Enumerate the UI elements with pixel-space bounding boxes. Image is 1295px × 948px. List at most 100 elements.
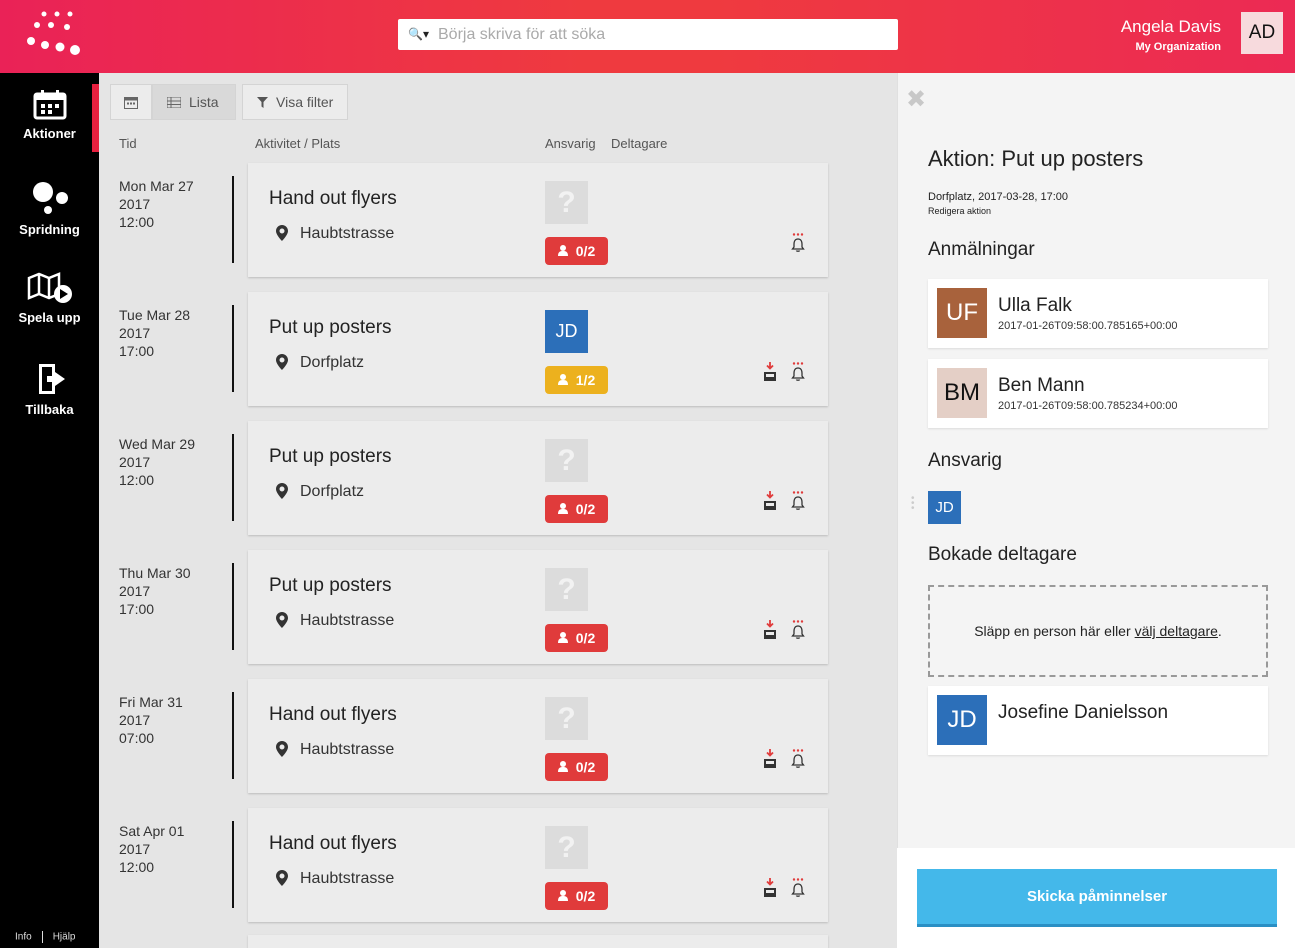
action-year: 2017 [119,454,151,470]
timeline-line [232,305,234,392]
close-icon[interactable]: ✖ [906,85,926,114]
signup-card[interactable]: BM Ben Mann 2017-01-26T09:58:00.785234+0… [928,359,1268,428]
help-link[interactable]: Hjälp [53,932,76,943]
edit-action-link[interactable]: Redigera aktion [928,206,991,216]
bell-icon[interactable] [791,362,805,387]
action-card[interactable]: Put up posters Dorfplatz JD 1/2 [248,292,828,406]
participant-count-badge[interactable]: 0/2 [545,753,608,781]
sidebar-item-aktioner[interactable]: Aktioner [0,90,99,141]
inbox-download-icon[interactable] [763,620,777,645]
bell-icon[interactable] [791,491,805,516]
participant-count: 0/2 [575,888,596,904]
action-title: Put up posters [269,575,392,596]
bell-icon[interactable] [791,749,805,774]
bell-icon[interactable] [791,878,805,903]
participant-count-badge[interactable]: 0/2 [545,237,608,265]
action-time: 07:00 [119,730,155,746]
filter-icon [257,96,268,108]
avatar: UF [937,288,987,338]
action-time: 12:00 [119,472,155,488]
action-detail-panel: ✖ Aktion: Put up posters Dorfplatz, 2017… [897,73,1295,948]
user-avatar[interactable]: AD [1241,12,1283,54]
timeline-line [232,434,234,521]
search-box[interactable]: 🔍▾ [398,19,898,50]
participant-count-badge[interactable]: 0/2 [545,495,608,523]
responsible-heading: Ansvarig [928,450,1002,471]
search-input[interactable] [438,23,878,47]
sidebar-item-tillbaka[interactable]: Tillbaka [0,362,99,417]
action-year: 2017 [119,712,151,728]
action-day: Thu Mar 30 [119,565,191,581]
participant-dropzone[interactable]: Släpp en person här eller välj deltagare. [928,585,1268,677]
dropzone-end: . [1217,623,1222,639]
timeline-line [232,176,234,263]
participant-count: 0/2 [575,759,596,775]
map-play-icon [27,272,72,303]
participant-count-badge[interactable]: 0/2 [545,624,608,652]
bell-icon[interactable] [791,620,805,645]
calendar-icon [124,96,138,109]
location-pin-icon [276,612,288,633]
signups-heading: Anmälningar [928,239,1035,260]
column-header-time: Tid [119,136,137,151]
action-time: 12:00 [119,859,155,875]
inbox-download-icon[interactable] [763,491,777,516]
action-card-partial[interactable] [248,935,828,948]
responsible-avatar[interactable]: ? [545,181,588,224]
responsible-avatar[interactable]: JD [545,310,588,353]
booked-participant-card[interactable]: JD Josefine Danielsson [928,686,1268,755]
responsible-avatar[interactable]: JD [928,491,961,524]
action-year: 2017 [119,841,151,857]
spread-icon [32,182,68,214]
search-icon[interactable]: 🔍▾ [408,27,429,41]
participant-name: Josefine Danielsson [998,702,1169,723]
action-card[interactable]: Hand out flyers Haubtstrasse? 0/2 [248,808,828,922]
action-location: Haubtstrasse [300,612,395,629]
action-row: Sat Apr 01 2017 12:00 Hand out flyers Haubts… [110,808,830,924]
calendar-view-button[interactable] [110,84,152,120]
action-date: Mon Mar 27 2017 12:00 [119,177,194,231]
info-link[interactable]: Info [15,932,32,943]
send-reminders-button[interactable]: Skicka påminnelser [917,869,1277,927]
action-card[interactable]: Put up posters Haubtstrasse? 0/2 [248,550,828,664]
sidebar: Aktioner Spridning Spela upp Tillbaka [0,73,99,948]
signup-name: Ben Mann [998,375,1085,396]
responsible-avatar[interactable]: ? [545,568,588,611]
responsible-avatar[interactable]: ? [545,439,588,482]
show-filter-label: Visa filter [276,94,334,110]
avatar: JD [937,695,987,745]
participant-count-badge[interactable]: 1/2 [545,366,608,394]
action-card[interactable]: Put up posters Dorfplatz? 0/2 [248,421,828,535]
action-row: Thu Mar 30 2017 17:00 Put up posters Haubtst… [110,550,830,666]
sidebar-item-spridning[interactable]: Spridning [0,180,99,237]
sidebar-item-spela-upp[interactable]: Spela upp [0,270,99,325]
action-title: Put up posters [269,317,392,338]
action-card[interactable]: Hand out flyers Haubtstrasse? 0/2 [248,679,828,793]
inbox-download-icon[interactable] [763,749,777,774]
list-view-button[interactable]: Lista [152,84,236,120]
responsible-avatar[interactable]: ? [545,697,588,740]
bell-icon[interactable] [791,233,805,258]
inbox-download-icon[interactable] [763,362,777,387]
action-card[interactable]: Hand out flyers Haubtstrasse? 0/2 [248,163,828,277]
panel-meta: Dorfplatz, 2017-03-28, 17:00 [928,191,1069,203]
user-name: Angela Davis [1120,17,1221,36]
column-header-participants: Deltagare [611,136,668,151]
logo-icon[interactable] [24,10,84,60]
participant-count-badge[interactable]: 0/2 [545,882,608,910]
choose-participant-link[interactable]: välj deltagare [1135,623,1218,639]
user-info[interactable]: Angela Davis My Organization [1121,17,1221,53]
action-title: Hand out flyers [269,188,397,209]
show-filter-button[interactable]: Visa filter [242,84,349,120]
inbox-download-icon[interactable] [763,878,777,903]
action-row: Wed Mar 29 2017 12:00 Put up posters Dorfpla… [110,421,830,537]
drag-handle-icon[interactable]: • • • [911,494,915,514]
list-icon [167,96,181,108]
list-view-label: Lista [189,94,219,110]
responsible-avatar[interactable]: ? [545,826,588,869]
signup-card[interactable]: UF Ulla Falk 2017-01-26T09:58:00.785165+… [928,279,1268,348]
sidebar-item-label: Aktioner [23,126,76,141]
view-toggle: Lista [110,84,236,120]
booked-heading: Bokade deltagare [928,544,1077,565]
action-date: Wed Mar 29 2017 12:00 [119,435,195,489]
